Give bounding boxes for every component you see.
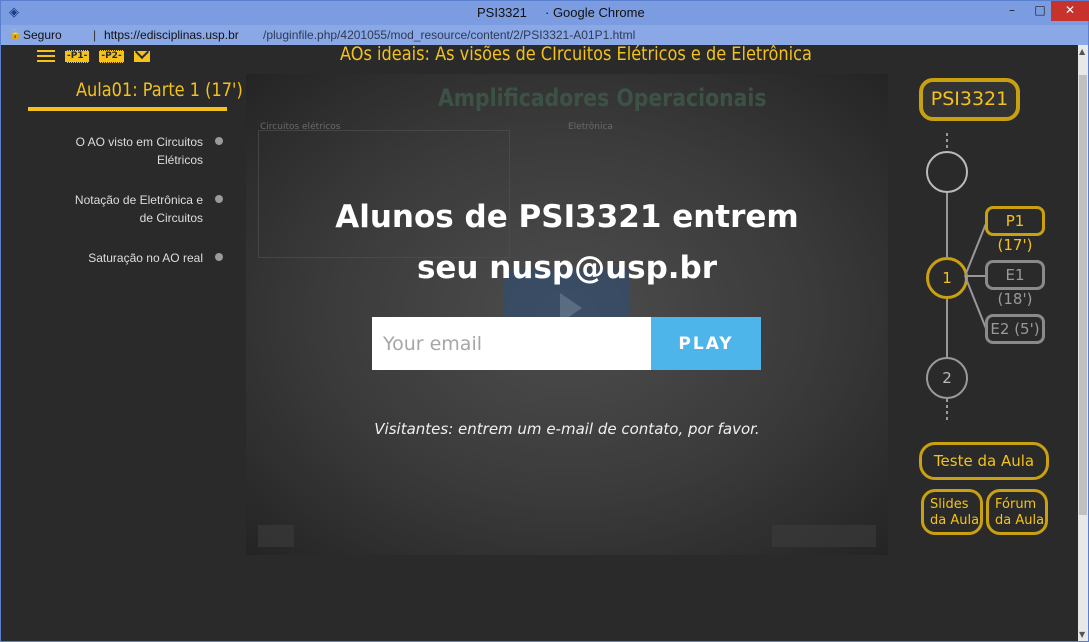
vertical-scrollbar[interactable]: ▲ ▼: [1078, 45, 1088, 641]
bullet-icon: [215, 195, 223, 203]
lesson-test-button[interactable]: Teste da Aula: [919, 442, 1049, 480]
headline-line1: Alunos de PSI3321 entrem: [335, 199, 799, 235]
video-controls: [772, 525, 876, 547]
lesson-title: Aula01: Parte 1 (17'): [76, 79, 243, 101]
part1-button[interactable]: -P1-: [65, 49, 90, 63]
toc-item-notacao[interactable]: Notação de Eletrônica e de Circuitos: [31, 191, 231, 227]
lesson-underline: [28, 107, 227, 111]
close-button[interactable]: ✕: [1051, 1, 1089, 21]
video-player[interactable]: Amplificadores Operacionais Circuitos el…: [246, 74, 888, 555]
visitor-note: Visitantes: entrem um e-mail de contato,…: [374, 420, 760, 438]
tree-connector: [946, 399, 948, 421]
window-title: PSI3321: [477, 5, 527, 20]
forum-label-line1: Fórum: [995, 497, 1037, 512]
video-play-control: [258, 525, 294, 547]
video-slide-title: Amplificadores Operacionais: [438, 84, 767, 112]
slides-label-line2: da Aula: [930, 513, 980, 528]
address-separator: |: [93, 28, 97, 42]
scroll-thumb[interactable]: [1079, 75, 1087, 515]
title-bar: ◈ PSI3321 · Google Chrome – □ ✕: [1, 1, 1089, 25]
scroll-up-icon[interactable]: ▲: [1079, 47, 1085, 56]
scroll-down-icon[interactable]: ▼: [1079, 630, 1085, 639]
slides-label-line1: Slides: [930, 497, 969, 512]
slides-button[interactable]: Slides da Aula: [921, 489, 983, 535]
minimize-button[interactable]: –: [997, 1, 1027, 21]
forum-button[interactable]: Fórum da Aula: [986, 489, 1048, 535]
course-badge[interactable]: PSI3321: [919, 78, 1020, 121]
branch-e2[interactable]: E2 (5'): [985, 314, 1045, 344]
tree-connector: [946, 193, 948, 257]
tree-node-intro[interactable]: [926, 151, 968, 193]
lesson-toolbar: -P1- -P2-: [37, 49, 150, 63]
branch-p1[interactable]: P1 (17'): [985, 206, 1045, 254]
toc-item-label: de Circuitos: [139, 211, 203, 225]
toc-item-label: Elétricos: [156, 153, 203, 167]
chrome-app-icon: ◈: [9, 5, 19, 20]
headline-line2: seu nusp@usp.br: [416, 250, 718, 286]
forum-label-line2: da Aula: [995, 513, 1045, 528]
url-host[interactable]: https://edisciplinas.usp.br: [104, 25, 239, 45]
menu-icon[interactable]: [37, 50, 55, 62]
bullet-icon: [215, 137, 223, 145]
toc-item-ao-circuitos[interactable]: O AO visto em Circuitos Elétricos: [31, 133, 231, 169]
part2-button[interactable]: -P2-: [99, 49, 124, 63]
toc-item-label: Saturação no AO real: [88, 251, 203, 265]
bullet-icon: [215, 253, 223, 261]
tree-node-2[interactable]: 2: [926, 357, 968, 399]
email-input[interactable]: [372, 317, 651, 370]
play-button[interactable]: PLAY: [651, 317, 761, 370]
lesson-toc: O AO visto em Circuitos Elétricos Notaçã…: [31, 133, 231, 289]
secure-label: Seguro: [23, 28, 62, 42]
toc-item-saturacao[interactable]: Saturação no AO real: [31, 249, 231, 267]
toc-item-label: Notação de Eletrônica e: [74, 193, 203, 207]
email-gate-headline: Alunos de PSI3321 entrem seu nusp@usp.br: [246, 192, 888, 294]
window-app-suffix: · Google Chrome: [545, 5, 645, 20]
address-bar[interactable]: 🔒 Seguro | https://edisciplinas.usp.br /…: [1, 25, 1088, 45]
tree-connector: [946, 299, 948, 357]
toc-item-label: O AO visto em Circuitos: [75, 135, 203, 149]
mail-icon[interactable]: [133, 50, 150, 62]
branch-e1[interactable]: E1 (18'): [985, 260, 1045, 308]
lock-icon: 🔒: [9, 29, 22, 40]
tree-connector: [946, 133, 948, 151]
page-title: AOs ideais: As visões de CIrcuitos Elétr…: [340, 43, 812, 65]
url-path[interactable]: /pluginfile.php/4201055/mod_resource/con…: [263, 25, 635, 45]
browser-window: ◈ PSI3321 · Google Chrome – □ ✕ 🔒 Seguro…: [0, 0, 1089, 642]
